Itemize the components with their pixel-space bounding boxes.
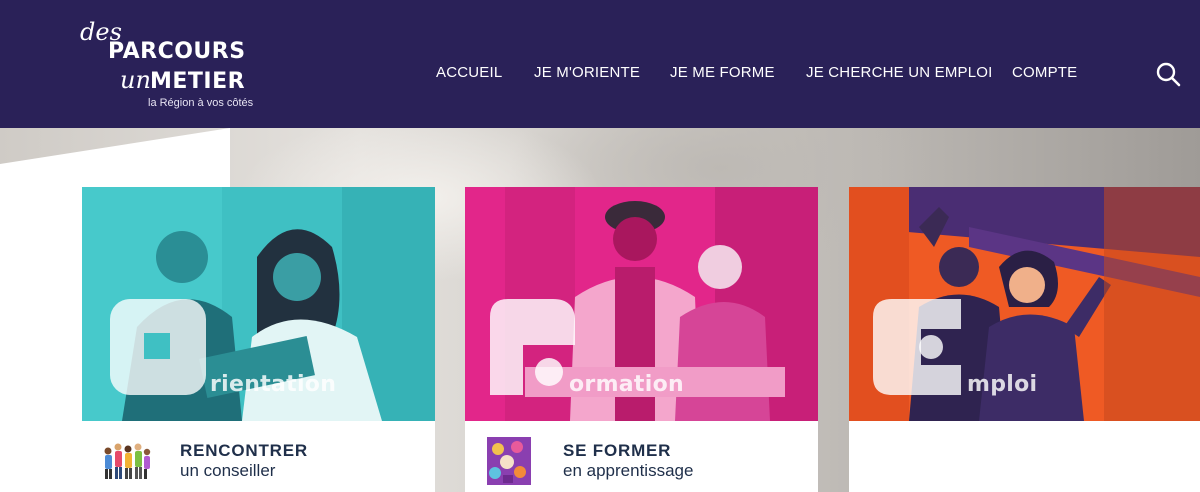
card-emploi[interactable]: mploi <box>849 187 1200 492</box>
formation-cta-subtitle: en apprentissage <box>563 461 694 480</box>
emploi-photo: mploi <box>849 187 1200 421</box>
people-group-icon <box>100 437 152 485</box>
orientation-cta-title: RENCONTRER <box>180 441 308 460</box>
emploi-cta <box>849 421 1200 492</box>
nav-item-je-m-oriente[interactable]: JE M'ORIENTE <box>534 62 640 84</box>
apprentices-collage-icon <box>483 437 535 485</box>
formation-cta[interactable]: SE FORMER en apprentissage <box>465 421 818 492</box>
card-formation[interactable]: ormation SE FORMER en apprentissage <box>465 187 818 492</box>
nav-item-accueil[interactable]: ACCUEIL <box>436 62 502 84</box>
orientation-word: rientation <box>210 372 337 397</box>
logo-un: un <box>120 66 151 94</box>
orientation-cta[interactable]: RENCONTRER un conseiller <box>82 421 435 492</box>
search-icon[interactable] <box>1155 61 1181 87</box>
site-logo[interactable]: des PARCOURS un METIER la Région à vos c… <box>80 18 260 114</box>
card-orientation[interactable]: rientation RENCONTRER un conseiller <box>82 187 435 492</box>
logo-parcours: PARCOURS <box>108 39 246 64</box>
logo-metier: METIER <box>150 69 246 94</box>
orientation-cta-subtitle: un conseiller <box>180 461 276 480</box>
formation-photo: ormation <box>465 187 818 421</box>
nav-item-je-me-forme[interactable]: JE ME FORME <box>670 62 775 84</box>
nav-item-je-cherche-un-emploi[interactable]: JE CHERCHE UN EMPLOI <box>806 62 993 84</box>
formation-cta-title: SE FORMER <box>563 441 672 460</box>
formation-word: ormation <box>569 372 684 397</box>
orientation-photo: rientation <box>82 187 435 421</box>
emploi-word: mploi <box>967 372 1038 397</box>
site-header: des PARCOURS un METIER la Région à vos c… <box>0 0 1200 128</box>
logo-tagline: la Région à vos côtés <box>148 97 254 109</box>
nav-item-compte[interactable]: COMPTE <box>1012 62 1077 84</box>
